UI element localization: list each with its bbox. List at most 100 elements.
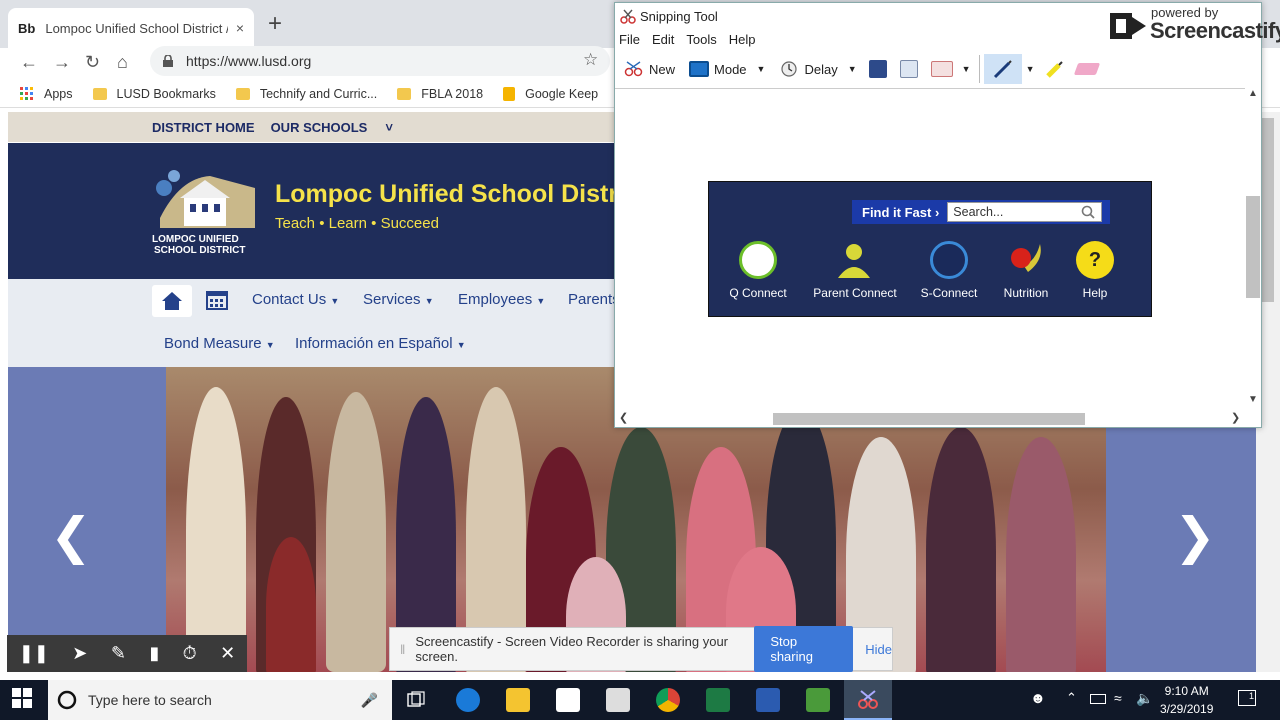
menu-bond-measure[interactable]: Bond Measure ▼	[164, 335, 275, 352]
mail-icon[interactable]	[606, 688, 630, 712]
bookmark-star-icon[interactable]: ☆	[583, 50, 598, 70]
snip-horizontal-thumb[interactable]	[773, 413, 1085, 425]
taskbar-clock[interactable]: 9:10 AM 3/29/2019	[1160, 682, 1213, 718]
home-icon[interactable]: ⌂	[117, 50, 128, 74]
pause-icon[interactable]: ❚❚	[19, 643, 49, 664]
microphone-icon[interactable]: 🎤	[361, 692, 378, 709]
menu-employees[interactable]: Employees ▼	[458, 291, 545, 308]
snip-vertical-thumb[interactable]	[1246, 196, 1260, 298]
action-center-icon[interactable]: 1	[1238, 690, 1256, 706]
mode-label: Mode	[714, 61, 747, 77]
s-connect-icon[interactable]	[930, 241, 968, 279]
copy-icon[interactable]	[899, 60, 918, 78]
store-icon[interactable]	[556, 688, 580, 712]
mode-button[interactable]: Mode ▼	[685, 59, 769, 79]
menu-services[interactable]: Services ▼	[363, 291, 434, 308]
menu-label: Parents	[568, 291, 620, 308]
back-arrow-icon[interactable]: ←	[20, 50, 38, 74]
menu-espanol[interactable]: Información en Español ▼	[295, 335, 466, 352]
new-tab-button[interactable]: +	[268, 12, 282, 36]
save-icon[interactable]	[868, 60, 887, 78]
scissors-icon	[624, 61, 643, 77]
snip-horizontal-scrollbar[interactable]: ❮ ❯	[615, 411, 1245, 427]
pen-icon	[993, 60, 1012, 79]
chevron-down-icon[interactable]: ˅	[385, 120, 393, 135]
pen-icon[interactable]: ✎	[111, 643, 126, 664]
nutrition-icon[interactable]	[1006, 240, 1046, 276]
people-icon[interactable]: ☻	[1030, 690, 1046, 707]
help-icon[interactable]: ?	[1076, 241, 1114, 279]
snipping-tool-taskbar-button[interactable]	[844, 680, 892, 720]
next-slide-arrow-icon[interactable]: ❯	[1174, 507, 1216, 565]
scroll-down-icon[interactable]: ▼	[1248, 394, 1258, 405]
notification-count: 1	[1248, 691, 1254, 701]
home-icon	[162, 292, 182, 310]
file-explorer-icon[interactable]	[506, 688, 530, 712]
menu-contact-us[interactable]: Contact Us ▼	[252, 291, 339, 308]
paint-icon[interactable]	[806, 688, 830, 712]
menu-edit[interactable]: Edit	[652, 32, 674, 47]
pen-button[interactable]	[983, 54, 1022, 84]
reload-icon[interactable]: ↻	[85, 50, 100, 74]
browser-tab[interactable]: Bb Lompoc Unified School District / ×	[8, 8, 254, 48]
scroll-left-icon[interactable]: ❮	[619, 411, 628, 424]
volume-icon[interactable]: 🔈	[1136, 690, 1153, 707]
q-connect-icon[interactable]	[739, 241, 777, 279]
parent-connect-icon[interactable]	[834, 240, 874, 280]
highlighter-icon[interactable]	[1044, 58, 1066, 80]
new-snip-button[interactable]: New	[620, 59, 679, 79]
snip-vertical-scrollbar[interactable]: ▲ ▼	[1245, 88, 1261, 411]
scissors-icon	[858, 690, 878, 709]
page-scrollbar-thumb[interactable]	[1260, 118, 1274, 302]
district-home-link[interactable]: DISTRICT HOME	[152, 120, 255, 135]
edge-icon[interactable]	[456, 688, 480, 712]
bookmark-technify[interactable]: Technify and Curric...	[235, 87, 377, 101]
our-schools-link[interactable]: OUR SCHOOLS	[271, 120, 368, 135]
task-view-icon[interactable]	[406, 690, 426, 710]
keep-icon	[503, 86, 516, 101]
close-tab-icon[interactable]: ×	[236, 20, 244, 36]
menu-help[interactable]: Help	[729, 32, 756, 47]
drag-handle-icon[interactable]: ‖	[400, 642, 405, 657]
close-icon[interactable]: ✕	[220, 643, 235, 664]
wifi-icon[interactable]: ≈	[1114, 690, 1122, 706]
caret-down-icon[interactable]: ▼	[962, 64, 971, 74]
bookmark-fbla[interactable]: FBLA 2018	[397, 87, 483, 101]
menu-parents[interactable]: Parents	[568, 291, 620, 308]
cursor-icon[interactable]: ➤	[72, 643, 87, 664]
scroll-right-icon[interactable]: ❯	[1231, 411, 1240, 424]
taskbar-search-box[interactable]: Type here to search 🎤	[48, 680, 392, 720]
menu-tools[interactable]: Tools	[686, 32, 716, 47]
bookmark-google-keep[interactable]: Google Keep	[503, 86, 598, 101]
lock-icon	[163, 55, 173, 67]
url-text: https://www.lusd.org	[186, 53, 312, 69]
bookmark-apps[interactable]: Apps	[20, 86, 73, 101]
previous-slide-arrow-icon[interactable]: ❮	[50, 507, 92, 565]
caret-down-icon[interactable]: ▼	[1026, 64, 1035, 74]
battery-icon[interactable]	[1090, 694, 1106, 704]
bookmark-lusd[interactable]: LUSD Bookmarks	[92, 87, 216, 101]
timer-icon[interactable]: ⏱	[183, 643, 197, 664]
scroll-up-icon[interactable]: ▲	[1248, 88, 1258, 99]
word-icon[interactable]	[756, 688, 780, 712]
address-bar[interactable]: https://www.lusd.org	[150, 46, 610, 76]
district-logo[interactable]: LOMPOC UNIFIED SCHOOL DISTRICT	[150, 158, 262, 256]
find-it-fast-search-input[interactable]: Search...	[947, 202, 1103, 222]
eraser-icon[interactable]	[1074, 63, 1101, 75]
eraser-icon[interactable]: ▮	[149, 643, 159, 664]
calendar-icon[interactable]	[206, 290, 228, 310]
forward-arrow-icon[interactable]: →	[53, 50, 71, 74]
stop-sharing-button[interactable]: Stop sharing	[754, 626, 854, 672]
bookmark-label: FBLA 2018	[421, 86, 484, 101]
scissors-icon	[620, 9, 636, 24]
windows-start-icon[interactable]	[12, 688, 32, 708]
menu-file[interactable]: File	[619, 32, 640, 47]
home-menu-button[interactable]	[152, 285, 192, 317]
hide-button[interactable]: Hide	[865, 642, 892, 657]
chrome-icon[interactable]	[656, 688, 680, 712]
send-email-icon[interactable]	[930, 61, 953, 77]
chevron-up-icon[interactable]: ⌃	[1066, 690, 1077, 706]
excel-icon[interactable]	[706, 688, 730, 712]
s-connect-label: S-Connect	[920, 286, 978, 300]
delay-button[interactable]: Delay ▼	[775, 59, 860, 79]
